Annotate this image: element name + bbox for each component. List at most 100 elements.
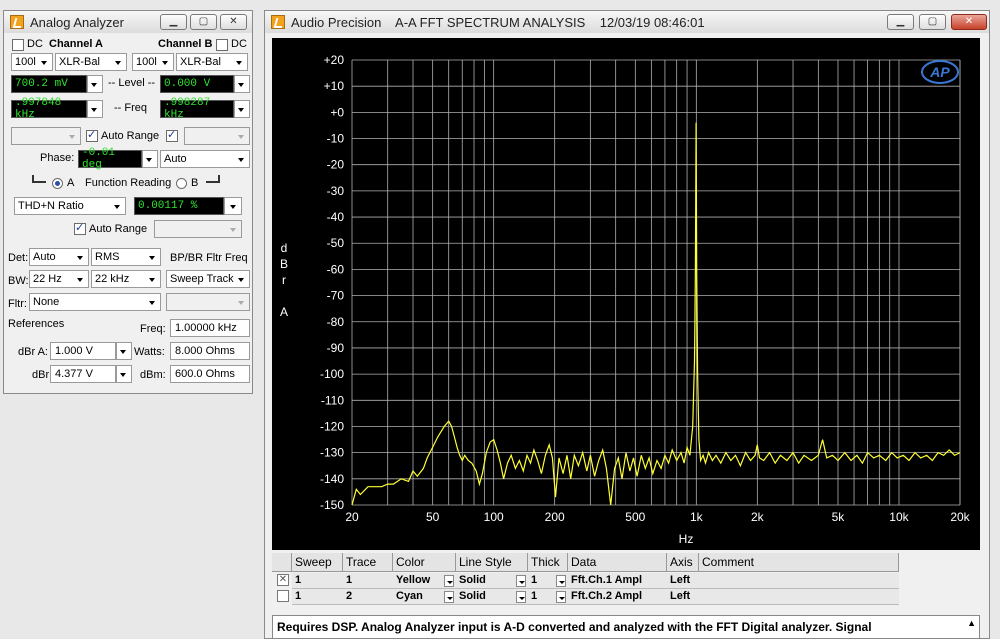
maximize-button[interactable]: ▢	[919, 14, 946, 30]
radio-b[interactable]	[176, 178, 187, 189]
auto-range-b-checkbox[interactable]	[166, 128, 178, 142]
radio-a[interactable]	[52, 178, 63, 189]
dbr-unit-select[interactable]	[116, 365, 132, 383]
dropdown-arrow-icon[interactable]	[516, 575, 526, 587]
maximize-button[interactable]: ▢	[190, 14, 217, 30]
x-axis-label: Hz	[679, 532, 694, 546]
dbr-label: dBr	[32, 369, 50, 381]
trace-checkbox[interactable]: ✕	[277, 574, 289, 586]
ap-logo-text: AP	[929, 64, 950, 80]
bw-low-select[interactable]: 22 Hz	[29, 270, 89, 288]
analyzer-title: Analog Analyzer	[30, 14, 124, 30]
chevron-down-icon	[38, 55, 50, 69]
dc-b-checkbox[interactable]	[216, 39, 228, 51]
filter-select[interactable]: None	[29, 293, 161, 311]
auto-range2-checkbox[interactable]	[74, 221, 86, 235]
y-axis-label: r	[282, 273, 286, 287]
function-unit-select[interactable]	[224, 197, 242, 215]
level-a-unit-select[interactable]	[87, 75, 103, 93]
auto-range-b-select[interactable]	[184, 127, 250, 145]
scroll-up-icon[interactable]: ▲	[967, 618, 976, 628]
column-header[interactable]: Sweep	[292, 553, 343, 572]
sweep-cell[interactable]: 1	[292, 573, 343, 588]
watts-field[interactable]: 8.000 Ohms	[170, 342, 250, 360]
dropdown-arrow-icon[interactable]	[444, 591, 454, 603]
input-b-select[interactable]: XLR-Bal	[176, 53, 248, 71]
filter-freq-select[interactable]	[166, 293, 250, 311]
y-tick-label: -30	[327, 184, 345, 198]
dropdown-arrow-icon[interactable]	[556, 591, 566, 603]
phase-unit-select[interactable]	[142, 150, 158, 168]
spectrum-graph[interactable]: +20 +10 +0 -10 -20 -30 -40 -50 -60 -70 -80 -90 -100 -…	[272, 38, 980, 550]
level-b-unit-select[interactable]	[234, 75, 250, 93]
analyzer-titlebar[interactable]: Analog Analyzer ▁ ▢ ✕	[4, 11, 252, 33]
watts-label: Watts:	[134, 346, 165, 358]
phase-mode-select[interactable]: Auto	[160, 150, 250, 168]
axis-cell[interactable]: Left	[667, 573, 699, 588]
dbr-field[interactable]: 4.377 V	[50, 365, 116, 383]
axis-cell[interactable]: Left	[667, 589, 699, 604]
minimize-button[interactable]: ▁	[160, 14, 187, 30]
range-b-select[interactable]: 100l	[132, 53, 174, 71]
comment-text: Requires DSP. Analog Analyzer input is A…	[277, 620, 872, 634]
close-button[interactable]: ✕	[951, 14, 987, 30]
y-tick-label: -80	[327, 315, 345, 329]
bw-track-select[interactable]: Sweep Track	[166, 270, 250, 288]
y-tick-label: -130	[320, 446, 344, 460]
column-header[interactable]: Trace	[343, 553, 393, 572]
auto-range-a-select[interactable]	[11, 127, 81, 145]
trace-cell[interactable]: 1	[343, 573, 393, 588]
freq-b-readout: .998287 kHz	[160, 97, 234, 121]
trace-cell[interactable]: 2	[343, 589, 393, 604]
comment-box[interactable]: Requires DSP. Analog Analyzer input is A…	[272, 615, 980, 639]
dropdown-arrow-icon[interactable]	[444, 575, 454, 587]
auto-range-checkbox[interactable]	[86, 128, 98, 142]
chevron-down-icon	[235, 102, 247, 116]
data-cell[interactable]: Fft.Ch.1 Ampl	[568, 573, 667, 588]
column-header[interactable]: Axis	[667, 553, 699, 572]
references-label: References	[8, 318, 65, 330]
chevron-down-icon	[227, 199, 239, 213]
y-tick-label: -90	[327, 341, 345, 355]
close-button[interactable]: ✕	[220, 14, 247, 30]
x-tick-label: 10k	[889, 510, 909, 524]
ap-app-icon	[10, 15, 24, 29]
dropdown-arrow-icon[interactable]	[556, 575, 566, 587]
det-mode-select[interactable]: RMS	[91, 248, 161, 266]
column-header[interactable]: Thick	[528, 553, 568, 572]
ref-freq-field[interactable]: 1.00000 kHz	[170, 319, 250, 337]
minimize-button[interactable]: ▁	[887, 14, 914, 30]
column-header[interactable]: Comment	[699, 553, 899, 572]
auto-range2-select[interactable]	[154, 220, 242, 238]
function-type-select[interactable]: THD+N Ratio	[14, 197, 126, 215]
dbm-field[interactable]: 600.0 Ohms	[170, 365, 250, 383]
dbra-unit-select[interactable]	[116, 342, 132, 360]
bracket-left	[32, 175, 46, 183]
freq-a-unit-select[interactable]	[87, 100, 103, 118]
sweep-cell[interactable]: 1	[292, 589, 343, 604]
dropdown-arrow-icon[interactable]	[516, 591, 526, 603]
chevron-down-icon	[235, 272, 247, 286]
det-select[interactable]: Auto	[29, 248, 89, 266]
range-a-select[interactable]: 100l	[11, 53, 53, 71]
chevron-down-icon	[227, 222, 239, 236]
dc-a-checkbox[interactable]	[12, 39, 24, 51]
freq-a-readout: .997848 kHz	[11, 97, 87, 121]
y-tick-label: -140	[320, 472, 344, 486]
trace-checkbox[interactable]	[277, 590, 289, 602]
graph-title: Audio Precision A-A FFT SPECTRUM ANALYSI…	[291, 14, 705, 30]
chevron-down-icon	[235, 152, 247, 166]
input-a-select[interactable]: XLR-Bal	[55, 53, 127, 71]
graph-titlebar[interactable]: Audio Precision A-A FFT SPECTRUM ANALYSI…	[265, 11, 989, 33]
freq-b-unit-select[interactable]	[234, 100, 250, 118]
dbra-field[interactable]: 1.000 V	[50, 342, 116, 360]
y-tick-label: -20	[327, 158, 345, 172]
data-cell[interactable]: Fft.Ch.2 Ampl	[568, 589, 667, 604]
function-readout: 0.00117 %	[134, 197, 224, 215]
column-header[interactable]: Data	[568, 553, 667, 572]
chevron-down-icon	[146, 250, 158, 264]
column-header[interactable]: Line Style	[456, 553, 528, 572]
column-header[interactable]: Color	[393, 553, 456, 572]
bw-high-select[interactable]: 22 kHz	[91, 270, 161, 288]
chevron-down-icon	[235, 129, 247, 143]
